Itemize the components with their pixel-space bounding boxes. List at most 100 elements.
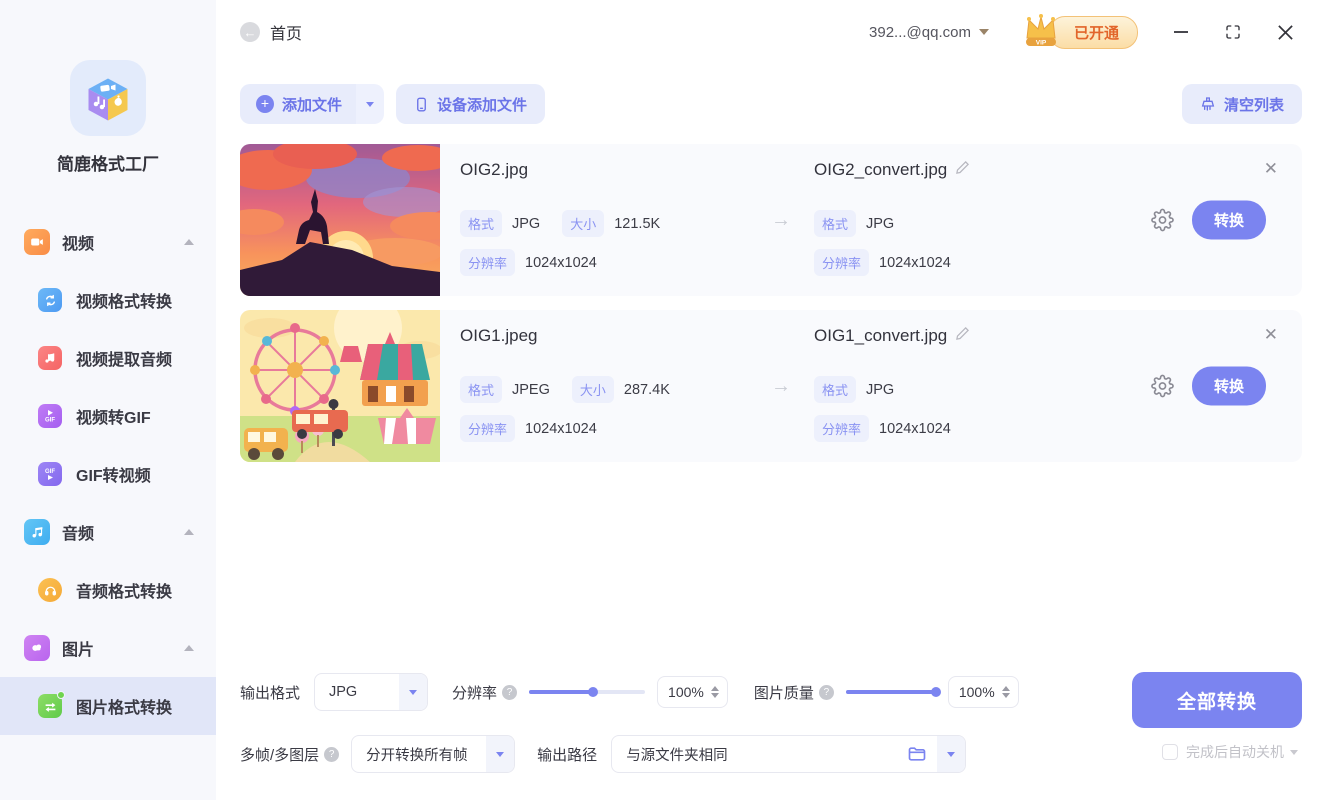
- account-email: 392...@qq.com: [869, 23, 971, 41]
- app-window: 简鹿格式工厂 视频 视频格式转换 视频提取音频 GIF 视频转GIF GIF G…: [0, 0, 1326, 800]
- minimize-button[interactable]: [1164, 15, 1198, 49]
- multiframe-value: 分开转换所有帧: [366, 747, 468, 764]
- output-file-name: OIG1_convert.jpg: [814, 326, 948, 345]
- svg-text:VIP: VIP: [1036, 40, 1047, 47]
- source-file-name: OIG2.jpg: [460, 160, 529, 179]
- output-format-select[interactable]: JPG: [314, 673, 429, 711]
- slider-thumb[interactable]: [587, 687, 598, 697]
- remove-file-icon[interactable]: ✕: [1264, 326, 1278, 343]
- sidebar-item-label: GIF转视频: [76, 468, 151, 485]
- resolution-tag: 分辨率: [814, 249, 870, 276]
- size-tag: 大小: [571, 376, 614, 403]
- headphones-icon: [38, 578, 62, 602]
- close-button[interactable]: [1268, 15, 1302, 49]
- vip-badge[interactable]: VIP 已开通: [1019, 12, 1138, 52]
- phone-icon: [417, 97, 426, 111]
- output-file-name: OIG2_convert.jpg: [814, 160, 948, 179]
- collapse-up-icon[interactable]: [184, 529, 194, 535]
- collapse-up-icon[interactable]: [184, 239, 194, 245]
- sidebar-item-label: 音频: [62, 526, 95, 543]
- gear-icon[interactable]: [1151, 374, 1174, 398]
- output-resolution-value: 1024x1024: [879, 254, 951, 271]
- resolution-percent: 100%: [668, 684, 704, 700]
- edit-pencil-icon[interactable]: [955, 326, 970, 346]
- gear-icon[interactable]: [1151, 208, 1174, 232]
- add-file-dropdown[interactable]: [356, 84, 385, 124]
- chevron-down-icon: [409, 689, 418, 695]
- add-from-device-label: 设备添加文件: [437, 96, 528, 114]
- resolution-value: 1024x1024: [525, 254, 597, 271]
- file-row: OIG2.jpg 格式 JPG 大小 121.5K 分辨率 1024x1024 …: [240, 144, 1302, 296]
- chevron-down-icon[interactable]: [1290, 749, 1298, 755]
- collapse-up-icon[interactable]: [184, 645, 194, 651]
- chevron-down-icon: [496, 751, 505, 757]
- format-tag: 格式: [814, 210, 857, 237]
- output-format-value: JPG: [329, 684, 358, 700]
- convert-arrow-icon: →: [771, 208, 791, 231]
- add-from-device-button[interactable]: 设备添加文件: [396, 84, 546, 124]
- sidebar-item-audio-format-convert[interactable]: 音频格式转换: [0, 561, 216, 619]
- help-icon[interactable]: ?: [818, 684, 834, 700]
- file-row: OIG1.jpeg 格式 JPEG 大小 287.4K 分辨率 1024x102…: [240, 310, 1302, 462]
- topbar: ← 首页 392...@qq.com VIP 已开通: [216, 0, 1326, 64]
- sidebar-item-image-format-convert[interactable]: 图片格式转换: [0, 677, 216, 735]
- convert-button[interactable]: 转换: [1191, 200, 1266, 240]
- settings-panel: 输出格式 JPG 分辨率 ? 100% 图片质量 ? 100% 多帧/多图层 ?…: [216, 672, 1326, 800]
- convert-all-button[interactable]: 全部转换: [1132, 672, 1302, 728]
- sidebar-item-label: 图片格式转换: [76, 700, 173, 717]
- path-dropdown[interactable]: [937, 736, 966, 772]
- clear-list-label: 清空列表: [1223, 96, 1284, 114]
- sidebar-item-label: 视频转GIF: [76, 410, 151, 427]
- video-to-gif-icon: GIF: [38, 404, 62, 428]
- sidebar-item-image-group[interactable]: 图片: [0, 619, 216, 677]
- output-path-field[interactable]: 与源文件夹相同: [611, 735, 967, 773]
- sidebar-item-video-group[interactable]: 视频: [0, 213, 216, 271]
- quality-percent: 100%: [958, 684, 995, 700]
- clear-list-button[interactable]: 清空列表: [1181, 84, 1302, 124]
- convert-button[interactable]: 转换: [1191, 366, 1266, 406]
- output-format-value: JPG: [866, 215, 895, 232]
- auto-shutdown-checkbox[interactable]: [1162, 744, 1178, 760]
- sidebar-item-video-to-gif[interactable]: GIF 视频转GIF: [0, 387, 216, 445]
- chevron-down-icon: [978, 29, 989, 35]
- resolution-spinner[interactable]: 100%: [657, 676, 728, 708]
- add-file-button[interactable]: + 添加文件: [240, 84, 357, 124]
- sidebar-item-label: 视频格式转换: [76, 294, 173, 311]
- video-convert-icon: [38, 288, 62, 312]
- quality-spinner[interactable]: 100%: [947, 676, 1019, 708]
- file-thumbnail-funfair: [240, 310, 440, 462]
- output-path-value: 与源文件夹相同: [626, 747, 728, 764]
- resolution-slider[interactable]: [529, 687, 646, 697]
- gif-to-video-icon: GIF: [38, 462, 62, 486]
- video-icon: [24, 229, 50, 255]
- spinner-arrows[interactable]: [710, 686, 719, 698]
- app-logo: [70, 60, 146, 136]
- format-tag: 格式: [460, 210, 503, 237]
- help-icon[interactable]: ?: [324, 746, 340, 762]
- help-icon[interactable]: ?: [502, 684, 518, 700]
- add-file-label: 添加文件: [282, 96, 343, 114]
- size-value: 287.4K: [623, 381, 670, 398]
- spinner-arrows[interactable]: [1001, 686, 1010, 698]
- slider-thumb[interactable]: [930, 687, 941, 697]
- quality-slider[interactable]: [845, 687, 941, 697]
- maximize-button[interactable]: [1216, 15, 1250, 49]
- back-button[interactable]: ←: [240, 22, 260, 42]
- main-area: ← 首页 392...@qq.com VIP 已开通 + 添加文件 设备添加文件…: [216, 0, 1326, 800]
- page-title: 首页: [270, 26, 303, 43]
- sidebar-item-gif-to-video[interactable]: GIF GIF转视频: [0, 445, 216, 503]
- sidebar-item-video-format-convert[interactable]: 视频格式转换: [0, 271, 216, 329]
- multiframe-select[interactable]: 分开转换所有帧: [351, 735, 516, 773]
- sidebar-nav: 视频 视频格式转换 视频提取音频 GIF 视频转GIF GIF GIF转视频 音…: [0, 213, 216, 735]
- notification-dot: [57, 691, 65, 699]
- cube-logo-icon: [88, 78, 128, 121]
- source-file-info: OIG1.jpeg 格式 JPEG 大小 287.4K 分辨率 1024x102…: [440, 310, 752, 462]
- remove-file-icon[interactable]: ✕: [1264, 160, 1278, 177]
- folder-icon[interactable]: [907, 744, 937, 764]
- sidebar-item-video-extract-audio[interactable]: 视频提取音频: [0, 329, 216, 387]
- edit-pencil-icon[interactable]: [955, 160, 970, 180]
- account-menu[interactable]: 392...@qq.com: [869, 24, 989, 41]
- sidebar-item-audio-group[interactable]: 音频: [0, 503, 216, 561]
- output-path-label: 输出路径: [537, 746, 598, 764]
- size-value: 121.5K: [614, 215, 661, 232]
